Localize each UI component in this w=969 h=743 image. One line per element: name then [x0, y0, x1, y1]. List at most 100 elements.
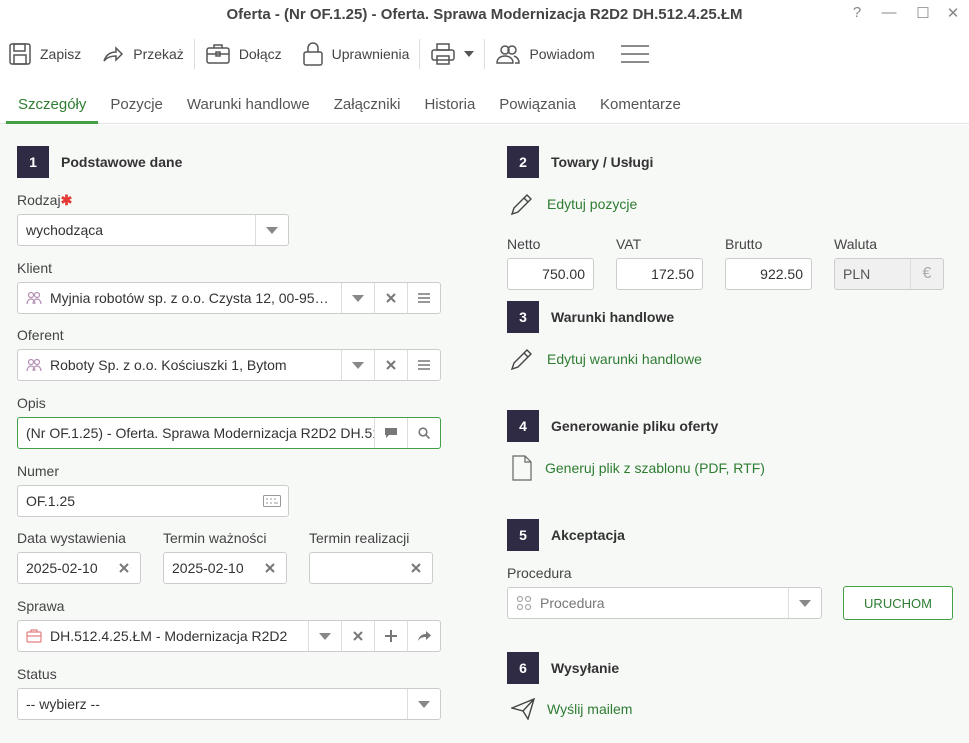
printer-icon: [431, 43, 456, 65]
status-value: -- wybierz --: [26, 696, 100, 712]
opis-label: Opis: [17, 395, 46, 411]
section-accept: 5 Akceptacja: [507, 519, 625, 551]
required-marker: ✱: [60, 192, 73, 208]
forward-label: Przekaż: [133, 46, 184, 62]
data-wyst-input[interactable]: 2025-02-10: [17, 552, 141, 584]
oferent-dropdown[interactable]: [341, 350, 374, 380]
send-email-link[interactable]: Wyślij mailem: [511, 698, 632, 720]
forward-button[interactable]: Przekaż: [91, 36, 194, 72]
section-generate: 4 Generowanie pliku oferty: [507, 410, 718, 442]
klient-value: Myjnia robotów sp. z o.o. Czysta 12, 00-…: [50, 290, 341, 306]
maximize-button[interactable]: ☐: [908, 4, 938, 22]
waluta-value: PLN: [843, 266, 871, 282]
generate-file-link[interactable]: Generuj plik z szablonu (PDF, RTF): [511, 455, 765, 481]
section-title: Wysyłanie: [551, 660, 620, 676]
opis-search[interactable]: [407, 418, 440, 448]
save-button[interactable]: Zapisz: [8, 36, 91, 72]
oferent-label: Oferent: [17, 327, 64, 343]
rodzaj-label: Rodzaj✱: [17, 192, 73, 208]
toolbar: Zapisz Przekaż Dołącz Uprawnienia Powiad…: [0, 30, 969, 78]
permissions-button[interactable]: Uprawnienia: [292, 36, 420, 72]
data-wyst-clear[interactable]: [107, 553, 140, 583]
data-wyst-value: 2025-02-10: [26, 560, 98, 576]
section-title: Generowanie pliku oferty: [551, 418, 719, 434]
section-terms: 3 Warunki handlowe: [507, 301, 674, 333]
opis-value: (Nr OF.1.25) - Oferta. Sprawa Modernizac…: [26, 425, 374, 441]
close-button[interactable]: ✕: [938, 4, 968, 22]
form-content: 1 Podstawowe dane Rodzaj✱ wychodząca Kli…: [0, 125, 969, 743]
chevron-down-icon: [799, 599, 811, 607]
sprawa-select[interactable]: DH.512.4.25.ŁM - Modernizacja R2D2: [17, 620, 441, 652]
termin-wazn-clear[interactable]: [253, 553, 286, 583]
waluta-label: Waluta: [834, 236, 878, 252]
tab-positions[interactable]: Pozycje: [110, 96, 163, 123]
status-dropdown[interactable]: [407, 689, 440, 719]
euro-icon: €: [910, 259, 943, 289]
run-procedure-button[interactable]: URUCHOM: [843, 586, 953, 620]
numer-value: OF.1.25: [26, 493, 76, 509]
arrow-forward-icon: [418, 631, 431, 641]
klient-label: Klient: [17, 260, 53, 276]
oferent-clear[interactable]: [374, 350, 407, 380]
search-icon: [418, 427, 430, 439]
klient-select[interactable]: Myjnia robotów sp. z o.o. Czysta 12, 00-…: [17, 282, 441, 314]
sprawa-value: DH.512.4.25.ŁM - Modernizacja R2D2: [50, 628, 288, 644]
lock-icon: [302, 42, 323, 66]
oferent-list[interactable]: [407, 350, 440, 380]
permissions-label: Uprawnienia: [331, 46, 410, 62]
section-number: 3: [507, 301, 539, 333]
print-button[interactable]: [430, 36, 484, 72]
termin-real-input[interactable]: [309, 552, 433, 584]
tab-terms[interactable]: Warunki handlowe: [187, 96, 310, 123]
contractor-icon: [18, 357, 42, 373]
edit-positions-link[interactable]: Edytuj pozycje: [509, 191, 637, 217]
toolbar-divider: [193, 39, 195, 69]
netto-label: Netto: [507, 236, 541, 252]
sprawa-clear[interactable]: [341, 621, 374, 651]
rodzaj-select[interactable]: wychodząca: [17, 214, 289, 246]
edit-terms-link[interactable]: Edytuj warunki handlowe: [509, 346, 702, 372]
title-bar: Oferta - (Nr OF.1.25) - Oferta. Sprawa M…: [0, 0, 969, 30]
opis-comment[interactable]: [374, 418, 407, 448]
procedure-dropdown[interactable]: [788, 588, 821, 618]
rodzaj-dropdown[interactable]: [255, 215, 288, 245]
notify-label: Powiadom: [529, 46, 595, 62]
oferent-select[interactable]: Roboty Sp. z o.o. Kościuszki 1, Bytom: [17, 349, 441, 381]
tab-history[interactable]: Historia: [424, 96, 475, 123]
chevron-down-icon: [266, 226, 278, 234]
tab-bar: Szczegóły Pozycje Warunki handlowe Załąc…: [0, 78, 969, 124]
klient-dropdown[interactable]: [341, 283, 374, 313]
numer-input[interactable]: OF.1.25: [17, 485, 289, 517]
sprawa-dropdown[interactable]: [308, 621, 341, 651]
menu-button[interactable]: [605, 36, 659, 72]
tab-relations[interactable]: Powiązania: [499, 96, 576, 123]
section-title: Warunki handlowe: [551, 309, 675, 325]
sprawa-go[interactable]: [407, 621, 440, 651]
sprawa-add[interactable]: [374, 621, 407, 651]
pencil-icon: [510, 194, 532, 216]
help-button[interactable]: ?: [842, 4, 872, 21]
termin-wazn-input[interactable]: 2025-02-10: [163, 552, 287, 584]
status-select[interactable]: -- wybierz --: [17, 688, 441, 720]
numer-generator[interactable]: [255, 486, 288, 516]
tab-comments[interactable]: Komentarze: [600, 96, 681, 123]
opis-input[interactable]: (Nr OF.1.25) - Oferta. Sprawa Modernizac…: [17, 417, 441, 449]
chevron-down-icon: [352, 294, 364, 302]
attach-button[interactable]: Dołącz: [205, 36, 292, 72]
attach-label: Dołącz: [238, 46, 282, 62]
chevron-down-icon: [418, 700, 430, 708]
number-generator-icon: [262, 495, 281, 507]
clear-icon: [410, 563, 421, 573]
klient-clear[interactable]: [374, 283, 407, 313]
notify-button[interactable]: Powiadom: [495, 36, 604, 72]
procedure-select[interactable]: Procedura: [507, 587, 822, 619]
section-basic: 1 Podstawowe dane: [17, 146, 182, 178]
toolbar-divider: [484, 39, 486, 69]
minimize-button[interactable]: —: [874, 4, 904, 21]
klient-list[interactable]: [407, 283, 440, 313]
tab-attachments[interactable]: Załączniki: [334, 96, 401, 123]
termin-real-clear[interactable]: [399, 553, 432, 583]
pencil-icon: [510, 349, 532, 371]
tab-details[interactable]: Szczegóły: [5, 96, 99, 124]
termin-wazn-value: 2025-02-10: [172, 560, 244, 576]
